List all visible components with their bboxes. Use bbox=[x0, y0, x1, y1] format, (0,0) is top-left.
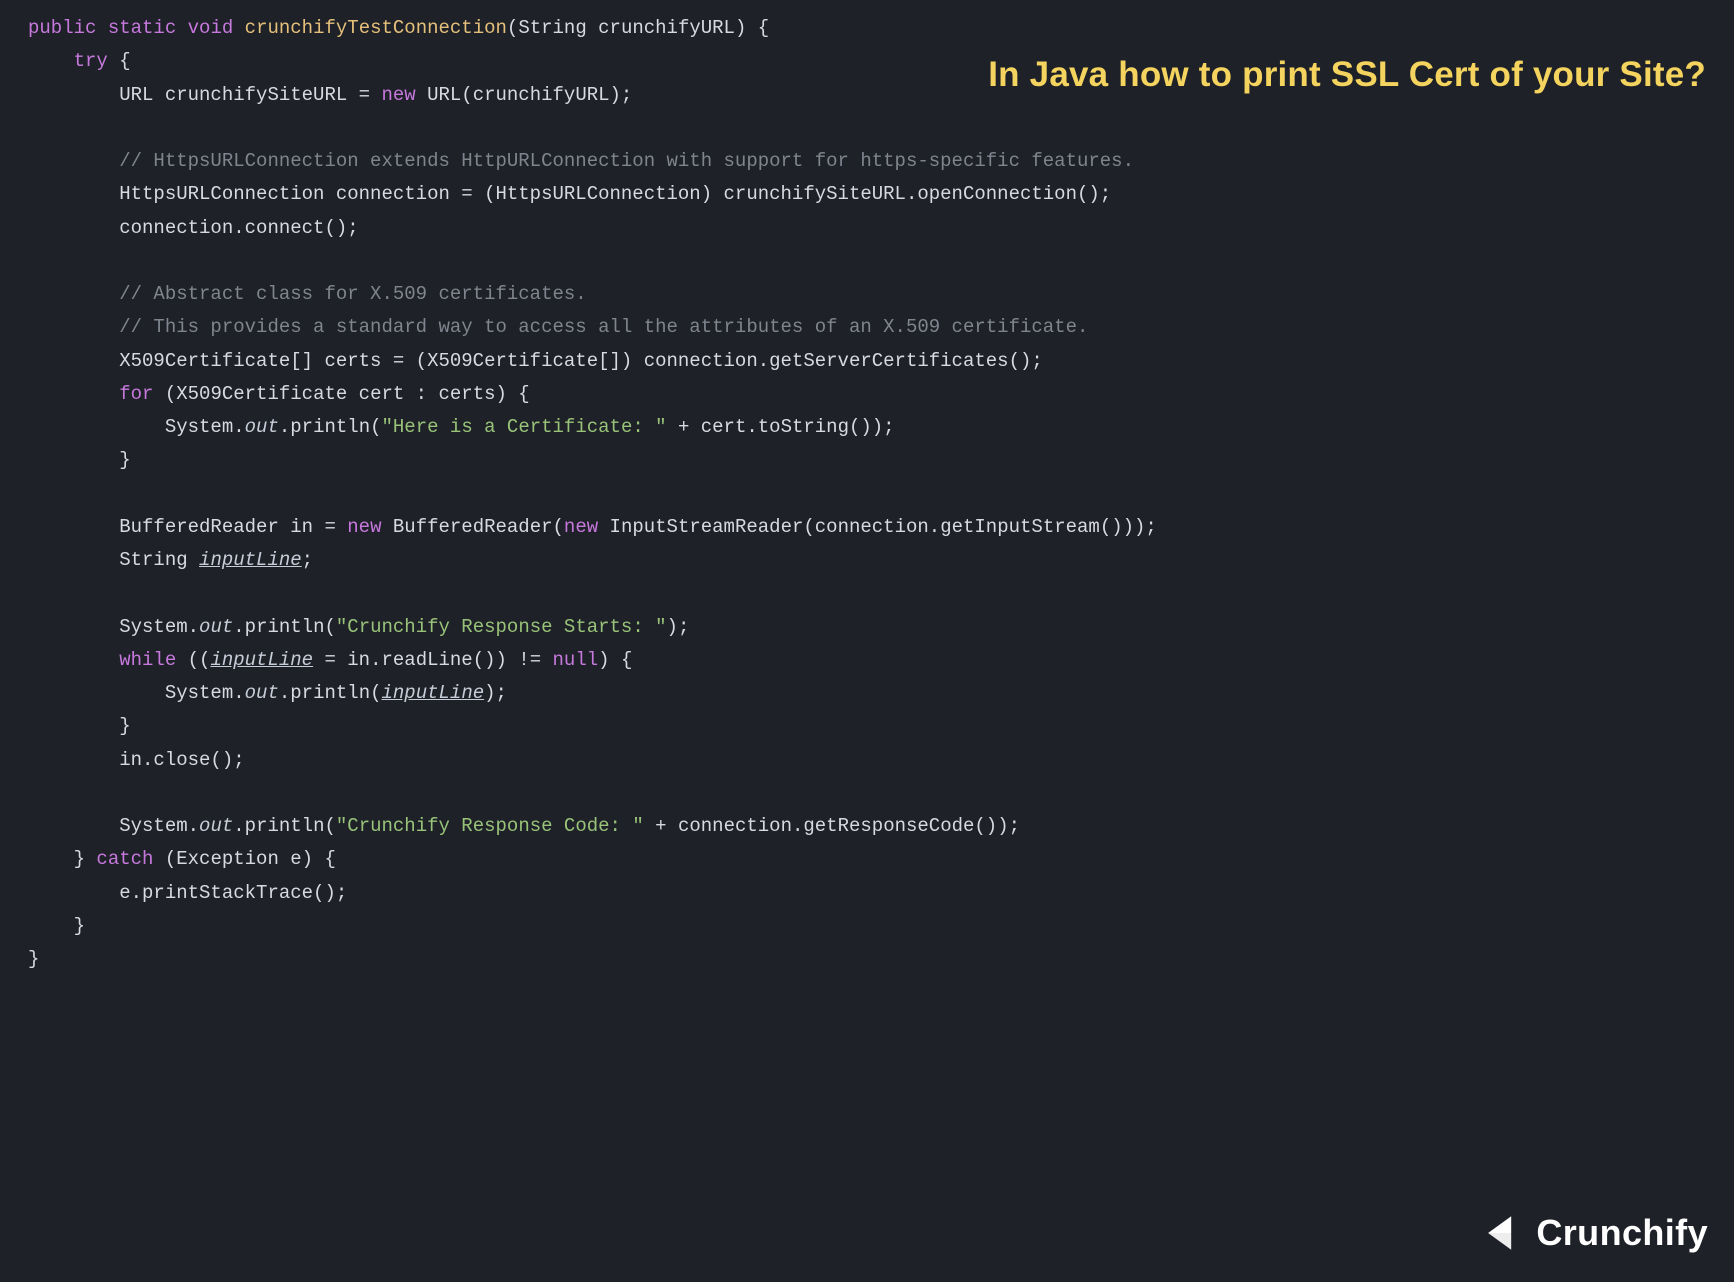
comment-line: // HttpsURLConnection extends HttpURLCon… bbox=[119, 150, 1134, 172]
code-text: (X509Certificate cert : certs) { bbox=[153, 383, 529, 405]
code-text: System. bbox=[119, 616, 199, 638]
string-literal: "Crunchify Response Code: " bbox=[336, 815, 644, 837]
page-title: In Java how to print SSL Cert of your Si… bbox=[500, 44, 1706, 105]
field-out: out bbox=[199, 616, 233, 638]
code-text: = in.readLine()) != bbox=[313, 649, 552, 671]
kw-for: for bbox=[119, 383, 153, 405]
code-text: .println( bbox=[233, 815, 336, 837]
code-text: BufferedReader( bbox=[381, 516, 563, 538]
code-text: X509Certificate[] certs = (X509Certifica… bbox=[119, 350, 1043, 372]
code-text: { bbox=[108, 50, 131, 72]
code-text: BufferedReader in = bbox=[119, 516, 347, 538]
field-out: out bbox=[199, 815, 233, 837]
code-text: } bbox=[119, 449, 130, 471]
kw-null: null bbox=[553, 649, 599, 671]
var-inputline: inputLine bbox=[199, 549, 302, 571]
string-literal: "Crunchify Response Starts: " bbox=[336, 616, 667, 638]
string-literal: "Here is a Certificate: " bbox=[382, 416, 667, 438]
kw-catch: catch bbox=[96, 848, 153, 870]
code-text: ) { bbox=[598, 649, 632, 671]
code-text: URL crunchifySiteURL = bbox=[119, 84, 381, 106]
kw-new: new bbox=[381, 84, 415, 106]
crunchify-logo: Crunchify bbox=[1486, 1201, 1708, 1264]
code-text: (Exception e) { bbox=[153, 848, 335, 870]
code-text: System. bbox=[165, 416, 245, 438]
crunchify-icon bbox=[1486, 1212, 1528, 1254]
field-out: out bbox=[245, 682, 279, 704]
kw-void: void bbox=[188, 17, 234, 39]
var-inputline: inputLine bbox=[382, 682, 485, 704]
code-text: HttpsURLConnection connection = (HttpsUR… bbox=[119, 183, 1111, 205]
code-text: ); bbox=[484, 682, 507, 704]
kw-public: public bbox=[28, 17, 96, 39]
code-text: .println( bbox=[279, 682, 382, 704]
code-text: ); bbox=[667, 616, 690, 638]
code-text: + connection.getResponseCode()); bbox=[644, 815, 1020, 837]
code-text: } bbox=[74, 915, 85, 937]
kw-try: try bbox=[74, 50, 108, 72]
var-inputline: inputLine bbox=[210, 649, 313, 671]
code-text: System. bbox=[165, 682, 245, 704]
code-text: } bbox=[28, 948, 39, 970]
code-text: } bbox=[74, 848, 97, 870]
code-text: ; bbox=[302, 549, 313, 571]
code-text: in.close(); bbox=[119, 749, 244, 771]
comment-line: // This provides a standard way to acces… bbox=[119, 316, 1088, 338]
method-name: crunchifyTestConnection bbox=[245, 17, 507, 39]
code-block: public static void crunchifyTestConnecti… bbox=[28, 12, 1706, 976]
code-text: System. bbox=[119, 815, 199, 837]
code-text: .println( bbox=[279, 416, 382, 438]
field-out: out bbox=[245, 416, 279, 438]
code-text: + cert.toString()); bbox=[667, 416, 895, 438]
code-text: connection.connect(); bbox=[119, 217, 358, 239]
code-text: } bbox=[119, 715, 130, 737]
kw-new: new bbox=[347, 516, 381, 538]
code-text: String bbox=[119, 549, 199, 571]
code-text: e.printStackTrace(); bbox=[119, 882, 347, 904]
kw-while: while bbox=[119, 649, 176, 671]
comment-line: // Abstract class for X.509 certificates… bbox=[119, 283, 586, 305]
code-text: (String crunchifyURL) { bbox=[507, 17, 769, 39]
crunchify-logo-text: Crunchify bbox=[1536, 1201, 1708, 1264]
kw-new: new bbox=[564, 516, 598, 538]
kw-static: static bbox=[108, 17, 176, 39]
code-text: (( bbox=[176, 649, 210, 671]
code-text: .println( bbox=[233, 616, 336, 638]
code-text: InputStreamReader(connection.getInputStr… bbox=[598, 516, 1157, 538]
